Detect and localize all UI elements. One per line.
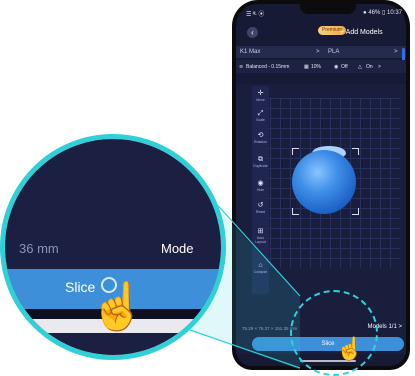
- sliders-icon: ≌: [239, 64, 244, 70]
- profile-label: Balanced - 0.15mm: [246, 64, 290, 70]
- chevron-left-icon: ‹: [251, 28, 254, 37]
- infill-icon: ▦: [304, 64, 309, 70]
- chevron-right-icon: >: [394, 49, 398, 55]
- infill-value: 10%: [311, 64, 322, 70]
- scale-icon: ⤢: [257, 110, 264, 117]
- signal-indicators: ☰ ᴵᴵᴸ ⦿: [246, 12, 265, 18]
- hide-icon: ◉: [257, 180, 264, 187]
- brim-value: On: [366, 64, 373, 70]
- hand-pointer-icon: ☝: [89, 280, 147, 332]
- toolbar-item-scale[interactable]: ⤢ Scale: [252, 110, 269, 122]
- back-button[interactable]: ‹: [247, 27, 258, 38]
- tap-highlight-circle: [290, 290, 378, 376]
- selection-corner: [352, 208, 359, 215]
- collapse-icon: ⌂: [258, 262, 263, 269]
- brim-icon: △: [358, 64, 362, 70]
- reset-icon: ↺: [257, 202, 264, 209]
- support-value: Off: [341, 64, 348, 70]
- selection-corner: [352, 148, 359, 155]
- toolbar-item-label: Auto Layout: [255, 236, 266, 244]
- toolbar-item-reset[interactable]: ↺ Reset: [252, 202, 269, 214]
- toolbar-item-collapse[interactable]: ⌂ Collapse: [252, 262, 269, 274]
- printer-selector[interactable]: K1 Max > PLA >: [236, 46, 406, 58]
- model-dimensions: 75.29 × 76.37 × 151.35 mm: [242, 326, 298, 331]
- zoom-dimensions: 36 mm: [19, 241, 59, 256]
- toolbar-item-auto-layout[interactable]: ⊞ Auto Layout: [252, 228, 269, 244]
- move-icon: ✛: [257, 90, 264, 97]
- 3d-model[interactable]: [292, 150, 356, 214]
- zoom-models-label: Mode: [161, 241, 194, 256]
- chevron-right-icon: >: [378, 64, 381, 70]
- chevron-right-icon: >: [316, 49, 320, 55]
- toolbar-item-hide[interactable]: ◉ Hide: [252, 180, 269, 192]
- auto-layout-icon: ⊞: [257, 228, 264, 235]
- material-name[interactable]: PLA: [328, 49, 339, 55]
- duplicate-icon: ⧉: [258, 156, 263, 163]
- toolbar-item-duplicate[interactable]: ⧉ Duplicate: [252, 156, 269, 168]
- printer-name: K1 Max: [240, 49, 261, 55]
- battery-time: ● 46% ▯ 10:37: [363, 10, 402, 16]
- support-icon: ◉: [334, 64, 339, 70]
- toolbar-item-label: Collapse: [253, 270, 268, 274]
- toolbar-item-label: Move: [256, 98, 265, 102]
- toolbar-item-rotation[interactable]: ⟲ Rotation: [252, 132, 269, 144]
- zoom-lens: 36 mm Mode Slice ☝: [0, 134, 226, 360]
- toolbar-item-label: Rotation: [253, 140, 268, 144]
- toolbar-item-label: Hide: [256, 188, 265, 192]
- rotate-icon: ⟲: [257, 132, 264, 139]
- models-count: 1/1: [388, 324, 397, 330]
- selection-corner: [292, 148, 299, 155]
- toolbar-item-label: Duplicate: [253, 164, 268, 168]
- chevron-right-icon: >: [398, 324, 402, 330]
- print-settings-row[interactable]: ≌ Balanced - 0.15mm ▦ 10% ◉ Off △ On >: [236, 60, 406, 73]
- add-models-button[interactable]: + Add Models: [340, 29, 383, 36]
- toolbar-item-label: Reset: [255, 210, 266, 214]
- toolbar-item-move[interactable]: ✛ Move: [252, 90, 269, 102]
- hand-pointer-icon: ☝: [336, 336, 364, 361]
- edit-toolbar: ✛ Move ⤢ Scale ⟲ Rotation ⧉ Duplicate ◉ Hide ↺ Rese…: [252, 86, 269, 294]
- toolbar-item-label: Scale: [256, 118, 265, 122]
- selection-corner: [292, 208, 299, 215]
- status-bar: ☰ ᴵᴵᴸ ⦿ ● 46% ▯ 10:37: [246, 8, 402, 18]
